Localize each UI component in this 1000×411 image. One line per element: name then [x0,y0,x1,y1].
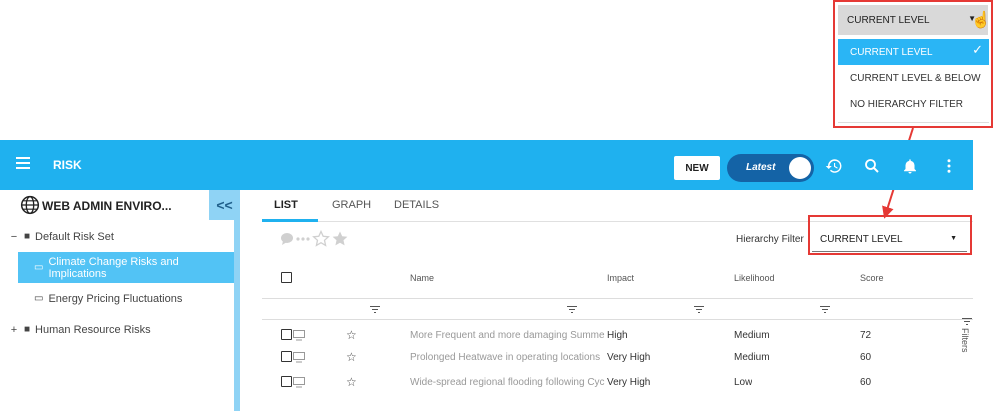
more-horiz-icon[interactable] [296,237,310,241]
row-checkbox[interactable] [281,329,292,340]
cell-likelihood: Medium [734,352,770,363]
folder-icon: ▭ [34,293,44,304]
cell-impact: High [607,330,628,341]
tab-details[interactable]: DETAILS [394,199,439,211]
column-header-impact[interactable]: Impact [607,273,634,283]
cell-impact: Very High [607,377,651,388]
star-outline-icon[interactable] [312,230,330,247]
filters-side-tab[interactable]: Filters [960,318,974,368]
tree-item-label: Human Resource Risks [35,323,151,336]
caret-down-icon: ▼ [950,235,957,242]
cell-name[interactable]: Prolonged Heatwave in operating location… [410,352,605,363]
callout-dropdown-value: CURRENT LEVEL [847,14,930,26]
globe-icon [20,195,40,215]
search-icon[interactable] [863,157,881,175]
column-header-likelihood[interactable]: Likelihood [734,273,775,283]
bell-icon[interactable] [901,157,919,175]
hierarchy-filter-value: CURRENT LEVEL [820,234,903,245]
tree-item-label: Energy Pricing Fluctuations [48,292,183,305]
monitor-icon [293,377,305,388]
filter-icon [962,318,972,325]
row-checkbox[interactable] [281,351,292,362]
tab-list[interactable]: LIST [274,199,298,211]
tree-item-energy-pricing[interactable]: ▭ Energy Pricing Fluctuations [18,283,234,314]
app-bar: RISK NEW Latest [0,140,973,190]
pointer-hand-icon: ☝ [971,12,991,29]
collapse-toggle[interactable]: − [8,231,20,243]
column-filter-row [262,298,973,320]
filter-icon[interactable] [370,306,380,314]
briefcase-icon: ■ [24,231,31,242]
select-all-checkbox[interactable] [281,272,292,283]
option-label: CURRENT LEVEL & BELOW [850,72,981,84]
column-header-score[interactable]: Score [860,273,884,283]
tab-graph[interactable]: GRAPH [332,199,371,211]
callout-dropdown-select[interactable]: CURRENT LEVEL ▼ [838,5,988,35]
cell-name[interactable]: Wide-spread regional flooding following … [410,377,605,388]
check-icon: ✓ [972,42,983,57]
callout-dropdown-menu: CURRENT LEVEL ✓ CURRENT LEVEL & BELOW NO… [838,39,989,117]
environment-name: WEB ADMIN ENVIRO... [42,199,172,213]
filter-icon[interactable] [567,306,577,314]
cell-likelihood: Low [734,377,753,388]
option-current-level-and-below[interactable]: CURRENT LEVEL & BELOW [838,65,989,91]
cell-impact: Very High [607,352,651,363]
latest-toggle[interactable]: Latest [727,154,814,182]
row-checkbox[interactable] [281,376,292,387]
tree-item-label: Default Risk Set [35,230,114,243]
expand-toggle[interactable]: + [8,324,20,336]
briefcase-icon: ■ [24,324,31,335]
folder-icon: ▭ [34,262,44,273]
table-row[interactable]: ☆ Prolonged Heatwave in operating locati… [262,348,973,369]
hierarchy-filter-label: Hierarchy Filter [736,234,804,245]
history-icon[interactable] [825,157,843,175]
cell-name[interactable]: More Frequent and more damaging Summer [410,330,605,341]
menu-icon[interactable] [16,157,30,172]
sidebar: WEB ADMIN ENVIRO... << − ■ Default Risk … [0,190,240,411]
star-filled-icon[interactable] [332,231,348,246]
filter-icon[interactable] [820,306,830,314]
option-label: NO HIERARCHY FILTER [850,98,963,110]
cell-score: 72 [860,330,872,341]
monitor-icon [293,352,305,363]
filters-label: Filters [960,328,970,353]
social-actions [281,230,348,247]
table-row[interactable]: ☆ More Frequent and more damaging Summer… [262,326,973,347]
star-outline-icon[interactable]: ☆ [346,328,357,342]
toggle-label: Latest [746,162,776,173]
option-label: CURRENT LEVEL [850,46,933,58]
option-current-level[interactable]: CURRENT LEVEL ✓ [838,39,989,65]
cell-score: 60 [860,377,872,388]
monitor-icon [293,330,305,341]
table-row[interactable]: ☆ Wide-spread regional flooding followin… [262,373,973,394]
sidebar-resize-rail[interactable] [234,190,240,411]
cell-score: 60 [860,352,872,363]
option-no-hierarchy-filter[interactable]: NO HIERARCHY FILTER [838,91,989,117]
tree-item-label: Climate Change Risks and Implications [48,255,179,280]
tree-item-climate-change[interactable]: ▭ Climate Change Risks and Implications [18,252,234,283]
active-tab-indicator [262,219,318,222]
menu-divider [838,122,989,123]
star-outline-icon[interactable]: ☆ [346,350,357,364]
page-title: RISK [53,158,82,172]
more-vert-icon[interactable] [940,157,958,175]
cell-likelihood: Medium [734,330,770,341]
new-button[interactable]: NEW [674,156,720,180]
environment-header: WEB ADMIN ENVIRO... [0,190,234,220]
tree-item-human-resource[interactable]: + ■ Human Resource Risks [0,314,234,345]
toggle-knob [789,157,811,179]
filter-icon[interactable] [694,306,704,314]
column-header-name[interactable]: Name [410,273,434,283]
comment-icon[interactable] [281,233,293,245]
tree-item-default-risk-set[interactable]: − ■ Default Risk Set [0,221,234,252]
hierarchy-dropdown-callout: CURRENT LEVEL ▼ ☝ CURRENT LEVEL ✓ CURREN… [833,0,993,128]
hierarchy-filter-select[interactable]: CURRENT LEVEL ▼ [812,225,967,252]
star-outline-icon[interactable]: ☆ [346,375,357,389]
